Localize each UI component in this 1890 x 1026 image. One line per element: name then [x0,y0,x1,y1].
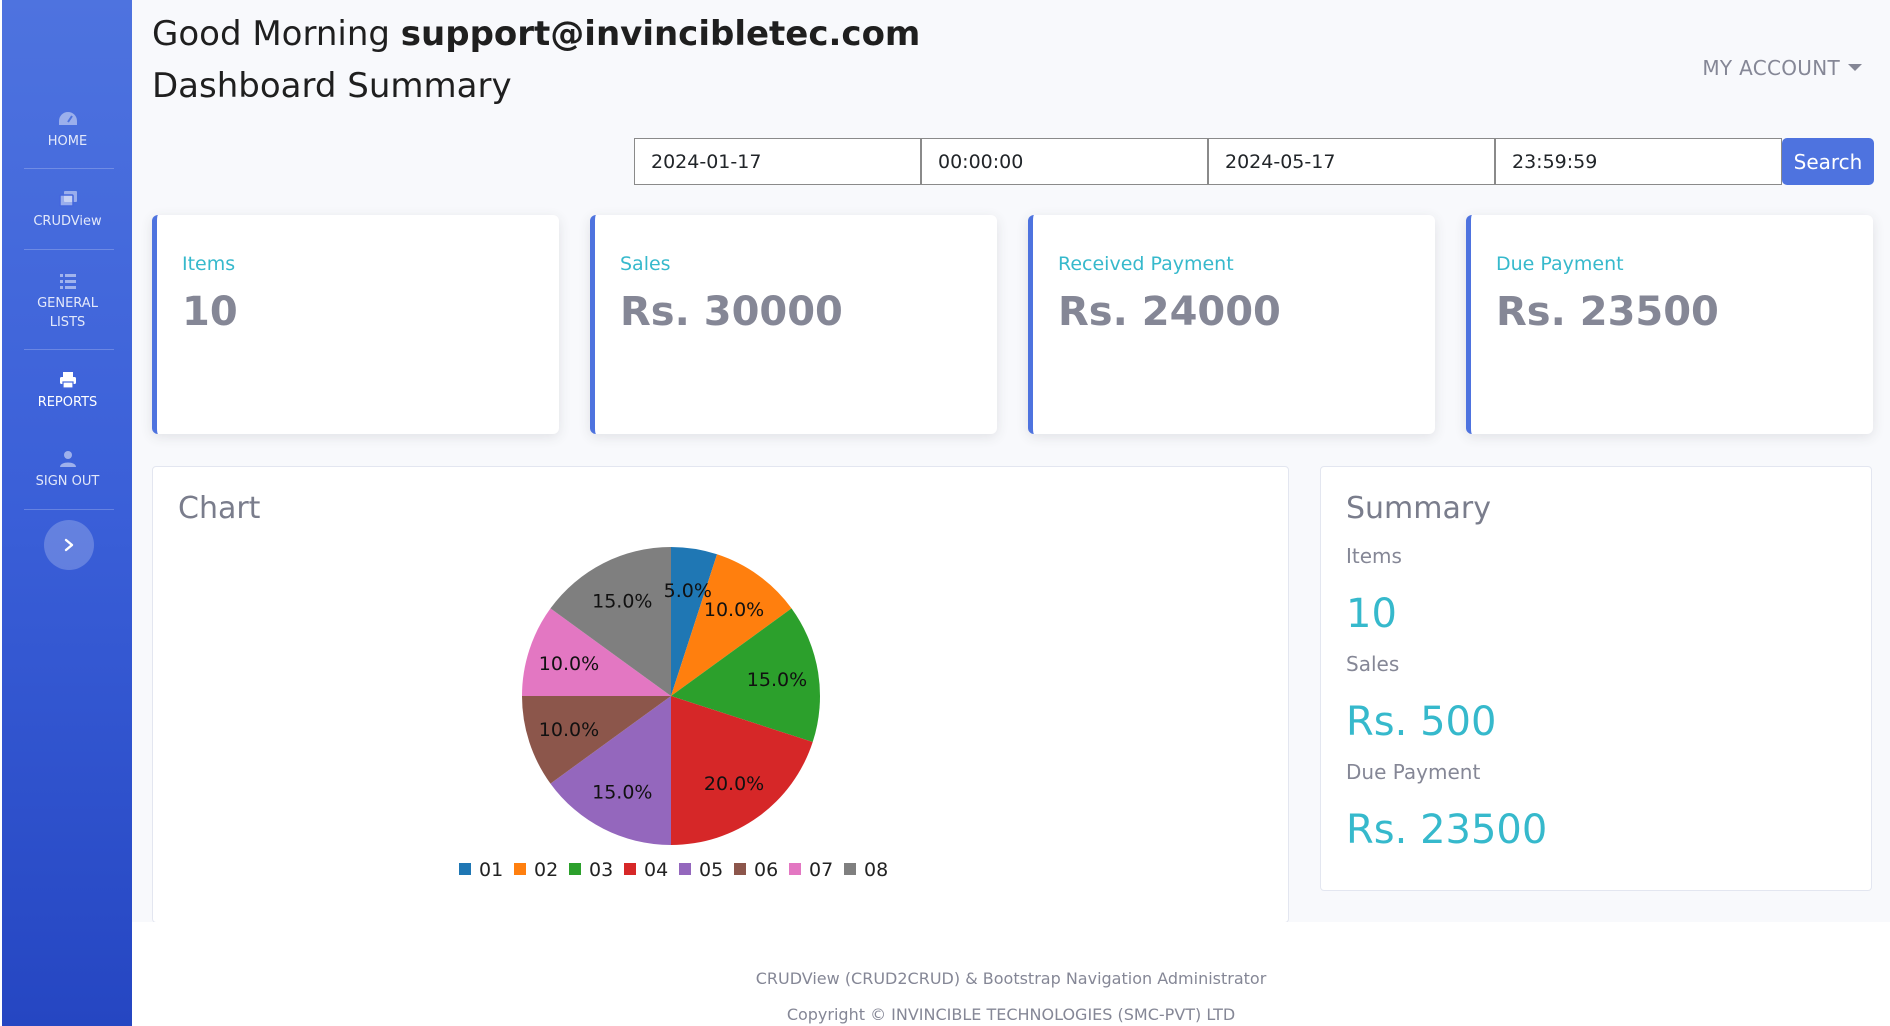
sidebar-item-home[interactable]: HOME [22,110,113,151]
copy-icon [58,191,77,207]
stat-value: Rs. 23500 [1496,289,1719,335]
user-icon [59,451,76,467]
stat-card-due-payment: Due Payment Rs. 23500 [1466,215,1873,434]
sidebar-item-label: REPORTS [37,395,98,410]
gauge-icon [58,112,77,125]
chevron-right-icon [64,538,74,552]
summary-value: 10 [1346,591,1397,637]
user-email: support@invincibletec.com [400,14,921,54]
footer-line-1: CRUDView (CRUD2CRUD) & Bootstrap Navigat… [755,969,1267,988]
sidebar-item-sign-out[interactable]: SIGN OUT [22,450,113,491]
stat-value: Rs. 24000 [1058,289,1281,335]
chart-panel: Chart [152,466,1289,923]
greeting: Good Morning support@invincibletec.com [152,14,920,54]
sidebar-item-general-lists[interactable]: GENERAL LISTS [22,272,113,332]
page-title: Dashboard Summary [152,66,512,106]
stat-title: Due Payment [1496,253,1624,275]
sidebar-item-crudview[interactable]: CRUDView [22,190,113,231]
stat-card-received-payment: Received Payment Rs. 24000 [1028,215,1435,434]
sidebar-item-label: CRUDView [33,214,102,229]
greeting-prefix: Good Morning [152,14,390,54]
stat-card-sales: Sales Rs. 30000 [590,215,997,434]
summary-panel: Summary Items 10 Sales Rs. 500 Due Payme… [1320,466,1872,891]
sidebar-item-label: GENERAL LISTS [37,296,98,330]
list-icon [59,274,76,289]
account-menu[interactable]: MY ACCOUNT [1702,56,1862,80]
footer-line-2: Copyright © INVINCIBLE TECHNOLOGIES (SMC… [786,1005,1236,1024]
caret-down-icon [1848,64,1862,71]
summary-label: Items [1346,544,1402,568]
sidebar-divider [24,509,114,510]
sidebar: HOME CRUDView GENERAL LISTS REPORTS SIGN… [2,0,132,1026]
stat-value: 10 [182,289,238,335]
stat-title: Received Payment [1058,253,1234,275]
sidebar-divider [24,349,114,350]
main-content: Good Morning support@invincibletec.com D… [132,0,1890,923]
start-time-input[interactable] [921,138,1208,185]
chart-panel-title: Chart [178,491,261,526]
end-date-input[interactable] [1208,138,1495,185]
stat-card-items: Items 10 [152,215,559,434]
sidebar-item-reports[interactable]: REPORTS [22,371,113,412]
summary-label: Due Payment [1346,760,1481,784]
start-date-input[interactable] [634,138,921,185]
summary-label: Sales [1346,652,1400,676]
footer: CRUDView (CRUD2CRUD) & Bootstrap Navigat… [132,922,1890,1026]
summary-value: Rs. 23500 [1346,807,1548,853]
stat-title: Items [182,253,236,275]
summary-title: Summary [1346,491,1491,526]
summary-value: Rs. 500 [1346,699,1497,745]
sidebar-divider [24,168,114,169]
search-button[interactable]: Search [1782,138,1874,185]
stat-title: Sales [620,253,671,275]
sidebar-item-label: SIGN OUT [35,474,100,489]
end-time-input[interactable] [1495,138,1782,185]
date-filter-bar: Search [634,138,1874,185]
printer-icon [59,372,76,389]
account-menu-label: MY ACCOUNT [1702,56,1840,80]
sidebar-divider [24,249,114,250]
stat-value: Rs. 30000 [620,289,843,335]
sidebar-item-label: HOME [47,134,88,149]
sidebar-toggle-button[interactable] [44,520,94,570]
